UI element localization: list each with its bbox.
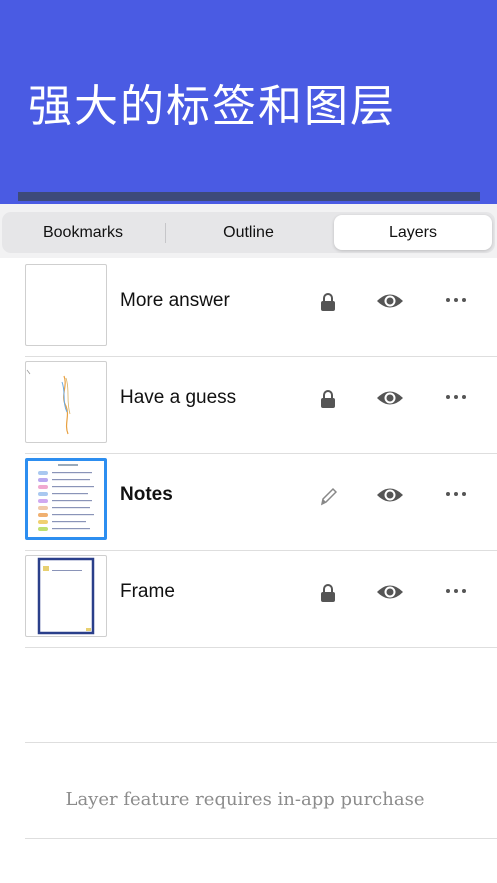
- lock-icon[interactable]: [319, 292, 337, 312]
- pencil-icon[interactable]: [319, 486, 337, 506]
- lock-icon[interactable]: [319, 583, 337, 603]
- layer-thumbnail: [25, 264, 107, 346]
- banner-title: 强大的标签和图层: [28, 81, 396, 132]
- eye-icon[interactable]: [376, 485, 404, 505]
- sketch-thumbnail-image: [26, 369, 71, 435]
- banner-divider-bar: [18, 192, 480, 201]
- more-icon[interactable]: [445, 489, 467, 499]
- tab-outline[interactable]: Outline: [166, 212, 331, 253]
- layer-thumbnail: [25, 555, 107, 637]
- layer-name: Have a guess: [120, 387, 237, 408]
- more-icon[interactable]: [445, 392, 467, 402]
- tab-layers[interactable]: Layers: [334, 215, 492, 250]
- notes-thumbnail-image: [38, 464, 94, 531]
- layer-row-frame[interactable]: Frame: [25, 550, 497, 648]
- frame-thumbnail-image: [37, 557, 95, 635]
- header-banner: 强大的标签和图层: [0, 0, 497, 204]
- layer-row-notes[interactable]: Notes: [25, 453, 497, 551]
- layer-name: More answer: [120, 290, 230, 311]
- tab-bar: Bookmarks Outline Layers: [0, 204, 497, 258]
- eye-icon[interactable]: [376, 388, 404, 408]
- purchase-notice: Layer feature requires in-app purchase: [65, 789, 425, 810]
- layer-thumbnail-selected: [25, 458, 107, 540]
- more-icon[interactable]: [445, 586, 467, 596]
- divider: [25, 742, 497, 743]
- layer-name: Notes: [120, 484, 173, 505]
- lock-icon[interactable]: [319, 389, 337, 409]
- eye-icon[interactable]: [376, 582, 404, 602]
- divider: [25, 838, 497, 839]
- layer-thumbnail: [25, 361, 107, 443]
- tab-bookmarks[interactable]: Bookmarks: [2, 212, 164, 253]
- layer-row-more-answer[interactable]: More answer: [25, 259, 497, 357]
- layer-row-have-a-guess[interactable]: Have a guess: [25, 356, 497, 454]
- more-icon[interactable]: [445, 295, 467, 305]
- eye-icon[interactable]: [376, 291, 404, 311]
- layer-name: Frame: [120, 581, 175, 602]
- segmented-control: Bookmarks Outline Layers: [2, 212, 495, 253]
